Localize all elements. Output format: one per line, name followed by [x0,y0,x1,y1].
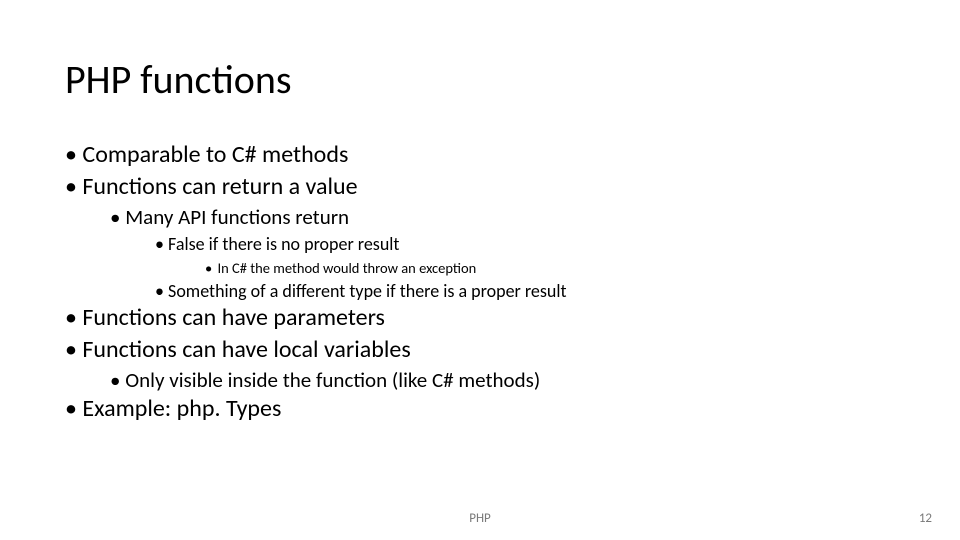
slide-title: PHP functions [65,55,291,104]
footer-text: PHP [0,511,960,526]
bullet-l1: Functions can have parameters [65,303,900,333]
bullet-l3: False if there is no proper result [155,233,900,256]
slide-body: Comparable to C# methods Functions can r… [65,140,900,426]
bullet-l4: In C# the method would throw an exceptio… [205,259,900,278]
bullet-l1: Example: php. Types [65,394,900,424]
page-number: 12 [919,511,932,526]
bullet-l3: Something of a different type if there i… [155,280,900,303]
slide: PHP functions Comparable to C# methods F… [0,0,960,540]
bullet-l1: Functions can return a value [65,172,900,202]
bullet-l2: Many API functions return [110,204,900,231]
bullet-l2: Only visible inside the function (like C… [110,367,900,394]
bullet-l1: Comparable to C# methods [65,140,900,170]
bullet-l1: Functions can have local variables [65,335,900,365]
